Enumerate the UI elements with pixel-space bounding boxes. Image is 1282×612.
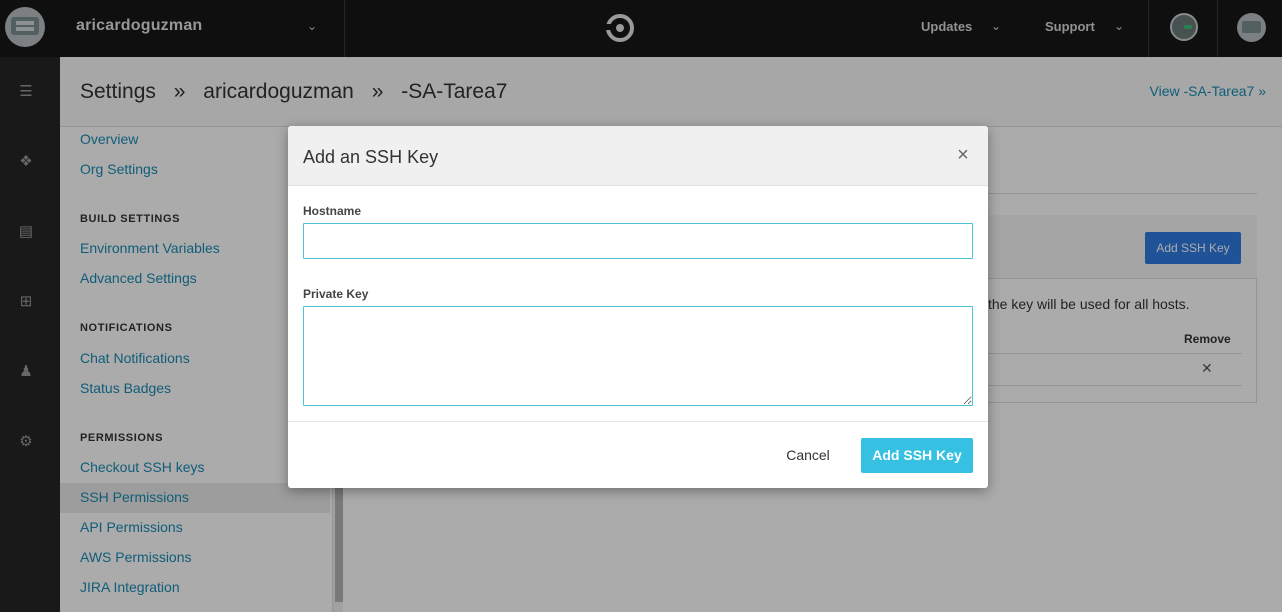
modal-title: Add an SSH Key: [303, 147, 439, 167]
hostname-input[interactable]: [303, 223, 973, 259]
private-key-label: Private Key: [303, 287, 369, 301]
add-ssh-key-submit-button[interactable]: Add SSH Key: [861, 438, 973, 473]
modal-footer-divider: [288, 421, 988, 422]
add-ssh-key-modal: Add an SSH Key × Hostname Private Key Ca…: [288, 126, 988, 488]
modal-header: Add an SSH Key ×: [288, 126, 988, 186]
private-key-textarea[interactable]: [303, 306, 973, 406]
close-icon[interactable]: ×: [954, 145, 972, 165]
cancel-button[interactable]: Cancel: [773, 438, 843, 472]
hostname-label: Hostname: [303, 204, 362, 218]
